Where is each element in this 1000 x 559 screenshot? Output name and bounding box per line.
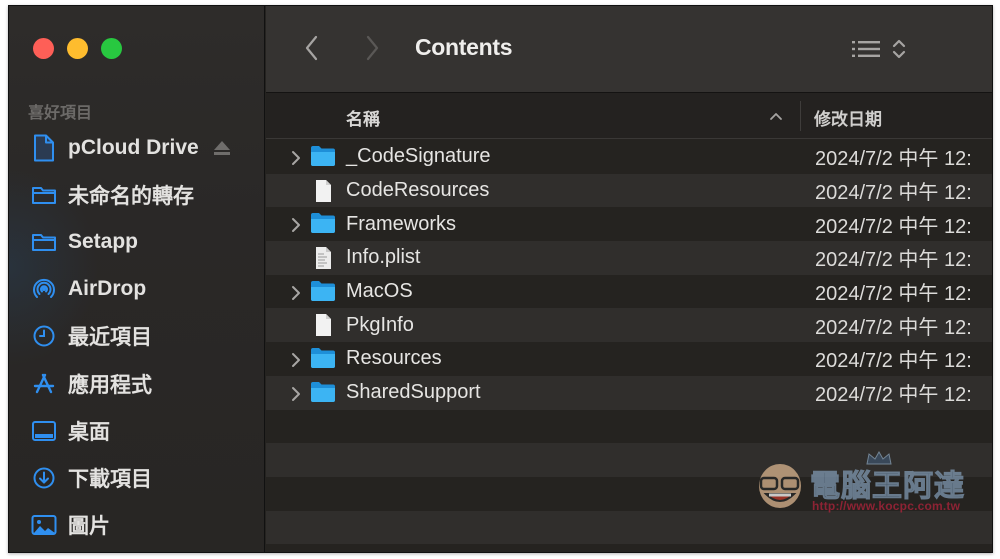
folder-icon — [310, 212, 336, 236]
applications-icon — [30, 370, 58, 398]
file-row[interactable]: CodeResources 2024/7/2 中午 12: — [266, 173, 992, 208]
sidebar-item-downloads[interactable]: 下載項目 — [9, 454, 264, 501]
disclosure-chevron-icon[interactable] — [290, 385, 302, 401]
file-date-modified: 2024/7/2 中午 12: — [815, 316, 972, 339]
clock-icon — [30, 322, 58, 350]
sidebar-item-label: AirDrop — [68, 277, 147, 301]
file-row[interactable]: Resources 2024/7/2 中午 12: — [266, 342, 992, 376]
close-button[interactable] — [33, 38, 54, 59]
sidebar-item-label: 下載項目 — [68, 467, 152, 491]
sidebar-item-pcloud-drive[interactable]: pCloud Drive — [9, 124, 264, 171]
disclosure-chevron-icon[interactable] — [290, 216, 302, 233]
disclosure-chevron-icon[interactable] — [290, 351, 302, 367]
back-button[interactable] — [302, 34, 322, 62]
zoom-button[interactable] — [101, 38, 122, 59]
mascot-face-icon — [759, 464, 801, 508]
file-name: Resources — [346, 347, 442, 370]
file-name: MacOS — [346, 280, 413, 303]
sidebar-item-airdrop[interactable]: AirDrop — [9, 266, 264, 313]
file-date-modified: 2024/7/2 中午 12: — [815, 384, 972, 407]
folder-icon — [310, 347, 336, 371]
folder-icon — [30, 228, 58, 256]
forward-button[interactable] — [362, 34, 382, 62]
column-header: 名稱 修改日期 — [266, 93, 992, 139]
sort-ascending-icon[interactable] — [769, 105, 783, 125]
minimize-button[interactable] — [67, 38, 88, 59]
sidebar-item-unnamed-dump[interactable]: 未命名的轉存 — [9, 171, 264, 218]
sidebar-item-pictures[interactable]: 圖片 — [9, 502, 264, 549]
toolbar: Contents — [266, 6, 992, 93]
watermark-url: http://www.kocpc.com.tw — [812, 499, 961, 513]
chevron-left-icon — [305, 35, 318, 61]
file-name: Frameworks — [346, 212, 457, 235]
sidebar-item-label: Setapp — [68, 229, 139, 253]
chevron-right-icon — [366, 35, 379, 61]
empty-row — [266, 409, 992, 444]
window-controls — [33, 38, 122, 59]
list-view-icon — [852, 41, 880, 57]
sidebar-item-label: 圖片 — [68, 515, 110, 539]
folder-icon — [30, 181, 58, 209]
sidebar-item-label: pCloud Drive — [68, 135, 199, 159]
file-name: Info.plist — [346, 246, 421, 269]
watermark-logo: 電腦王阿達 http://www.kocpc.com.tw — [754, 451, 984, 521]
file-date-modified: 2024/7/2 中午 12: — [815, 249, 972, 272]
file-row[interactable]: Frameworks 2024/7/2 中午 12: — [266, 207, 992, 242]
finder-window: 喜好項目 pCloud Drive 未命名的轉存 Setapp AirDrop … — [8, 5, 993, 553]
file-row[interactable]: _CodeSignature 2024/7/2 中午 12: — [266, 140, 992, 174]
column-divider[interactable] — [800, 101, 801, 131]
folder-icon — [310, 145, 336, 169]
file-name: PkgInfo — [346, 313, 414, 336]
sidebar-list: pCloud Drive 未命名的轉存 Setapp AirDrop 最近項目 … — [9, 124, 264, 549]
file-row[interactable]: PkgInfo 2024/7/2 中午 12: — [266, 308, 992, 343]
plist-file-icon — [310, 246, 336, 270]
file-icon — [310, 179, 336, 203]
sidebar-item-applications[interactable]: 應用程式 — [9, 360, 264, 407]
file-date-modified: 2024/7/2 中午 12: — [815, 148, 972, 171]
column-name-header[interactable]: 名稱 — [346, 105, 380, 130]
file-date-modified: 2024/7/2 中午 12: — [815, 283, 972, 306]
chevron-updown-icon — [892, 39, 906, 59]
desktop-icon — [30, 417, 58, 445]
document-icon — [30, 134, 58, 162]
file-row[interactable]: MacOS 2024/7/2 中午 12: — [266, 274, 992, 309]
file-date-modified: 2024/7/2 中午 12: — [815, 182, 972, 205]
window-title: Contents — [415, 34, 513, 60]
download-icon — [30, 464, 58, 492]
file-name: _CodeSignature — [346, 145, 491, 168]
sidebar-item-label: 未命名的轉存 — [68, 184, 194, 208]
file-date-modified: 2024/7/2 中午 12: — [815, 215, 972, 238]
file-name: SharedSupport — [346, 381, 481, 404]
sidebar-item-label: 桌面 — [68, 420, 110, 444]
sidebar-section-favorites: 喜好項目 — [28, 105, 93, 122]
sidebar-item-setapp[interactable]: Setapp — [9, 218, 264, 265]
pictures-icon — [30, 511, 58, 539]
folder-icon — [310, 280, 336, 304]
eject-icon[interactable] — [212, 139, 232, 157]
file-row[interactable]: Info.plist 2024/7/2 中午 12: — [266, 241, 992, 275]
sidebar-item-label: 最近項目 — [68, 326, 152, 350]
file-name: CodeResources — [346, 179, 490, 202]
airdrop-icon — [30, 275, 58, 303]
disclosure-chevron-icon[interactable] — [290, 284, 302, 300]
disclosure-chevron-icon[interactable] — [290, 149, 302, 165]
file-row[interactable]: SharedSupport 2024/7/2 中午 12: — [266, 375, 992, 410]
file-date-modified: 2024/7/2 中午 12: — [815, 350, 972, 373]
view-mode-button[interactable] — [852, 36, 912, 62]
sidebar: 喜好項目 pCloud Drive 未命名的轉存 Setapp AirDrop … — [9, 6, 265, 552]
sidebar-item-recents[interactable]: 最近項目 — [9, 313, 264, 360]
folder-icon — [310, 381, 336, 405]
sidebar-item-label: 應用程式 — [68, 373, 152, 397]
column-date-modified-header[interactable]: 修改日期 — [814, 105, 882, 130]
sidebar-item-desktop[interactable]: 桌面 — [9, 407, 264, 454]
file-icon — [310, 313, 336, 337]
